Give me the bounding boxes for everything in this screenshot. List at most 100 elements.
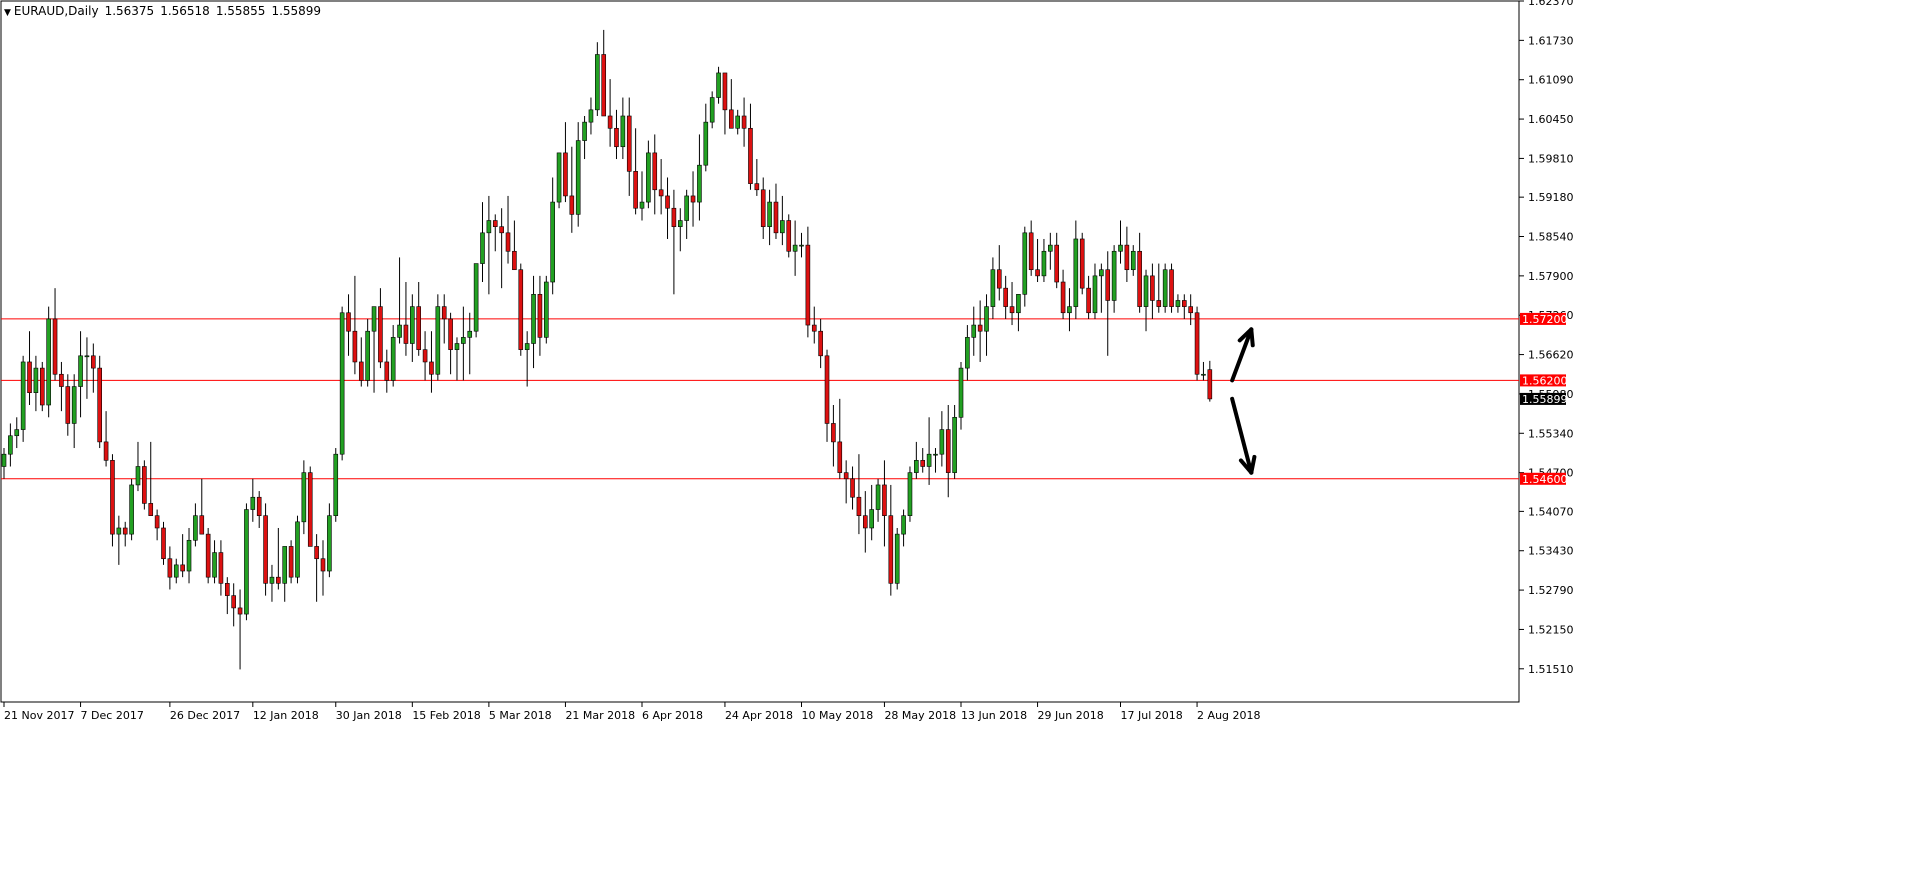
candle-body	[1124, 244, 1130, 271]
y-tick-label: 1.52790	[1528, 584, 1574, 597]
candle-body	[237, 607, 243, 615]
candle-body	[1073, 238, 1079, 307]
candle-body	[454, 343, 460, 350]
candle-body	[27, 361, 32, 393]
candle-body	[1054, 244, 1059, 283]
candle-body	[869, 509, 874, 529]
candle-body	[1188, 306, 1193, 314]
x-tick-label: 15 Feb 2018	[412, 709, 480, 722]
candle-body	[467, 330, 473, 338]
candle-body	[461, 337, 466, 344]
open-value: 1.56375	[104, 4, 155, 18]
candle-body	[416, 306, 422, 350]
candle-body	[958, 367, 964, 418]
x-tick-label: 10 May 2018	[802, 709, 874, 722]
x-tick-label: 7 Dec 2017	[81, 709, 144, 722]
candle-body	[378, 306, 383, 363]
candle-body	[441, 306, 447, 320]
candle-body	[8, 435, 13, 455]
candle-body	[320, 558, 326, 572]
candle-body	[84, 355, 90, 358]
candle-body	[231, 595, 236, 609]
candle-body	[1092, 275, 1098, 314]
candle-body	[65, 386, 71, 424]
candle-body	[824, 355, 830, 424]
x-tick-label: 17 Jul 2018	[1121, 709, 1183, 722]
candle-body	[110, 460, 115, 535]
candle-body	[269, 576, 275, 584]
candle-body	[390, 337, 396, 381]
candle-body	[646, 152, 651, 203]
candle-body	[1156, 300, 1162, 307]
candle-body	[901, 515, 906, 535]
candle-body	[276, 576, 281, 584]
candle-body	[1194, 312, 1200, 375]
price-chart[interactable]: 1.62370 1.61730 1.61090 1.60450 1.59810 1.591…	[0, 0, 1916, 884]
candle-body	[1079, 238, 1085, 289]
candle-body	[346, 312, 351, 332]
candle-body	[652, 152, 658, 191]
candle-body	[473, 263, 479, 332]
candle-body	[492, 220, 498, 227]
y-tick-label: 1.55340	[1528, 427, 1574, 440]
candle-body	[1150, 275, 1155, 301]
candle-body	[697, 164, 702, 203]
candle-body	[531, 294, 536, 344]
candle-body	[327, 515, 332, 572]
candle-body	[543, 281, 549, 338]
candle-body	[1137, 250, 1142, 307]
candle-body	[46, 318, 51, 406]
candle-body	[282, 546, 288, 584]
y-tick-label: 1.59810	[1528, 152, 1574, 165]
candle-body	[410, 306, 415, 344]
candle-body	[595, 54, 600, 111]
candle-body	[729, 109, 734, 129]
chart-header: ▼ EURAUD,Daily 1.56375 1.56518 1.55855 1.5589…	[4, 4, 327, 18]
candle-body	[831, 423, 836, 443]
candle-body	[977, 324, 983, 332]
candle-body	[811, 324, 817, 332]
candle-body	[1201, 373, 1206, 376]
candle-body	[639, 201, 645, 209]
candle-body	[786, 220, 792, 252]
candle-body	[588, 109, 594, 123]
y-tick-label: 1.56620	[1528, 349, 1574, 362]
candle-body	[1060, 281, 1066, 314]
x-tick-label: 21 Mar 2018	[565, 709, 635, 722]
candle-body	[499, 226, 504, 234]
x-tick-label: 26 Dec 2017	[170, 709, 240, 722]
candle-body	[1086, 287, 1091, 314]
chart-menu-icon[interactable]: ▼	[4, 8, 11, 18]
candle-body	[397, 324, 402, 338]
candle-body	[741, 115, 747, 129]
level-price-label: 1.54600	[1522, 473, 1568, 486]
candle-body	[142, 466, 147, 504]
candle-body	[818, 330, 823, 357]
candle-body	[180, 564, 185, 572]
candle-body	[486, 220, 492, 234]
candle-body	[614, 127, 619, 148]
candle-body	[805, 244, 811, 326]
candle-body	[135, 466, 141, 486]
x-tick-label: 6 Apr 2018	[642, 709, 703, 722]
candle-body	[716, 72, 721, 98]
candle-body	[1016, 294, 1021, 314]
candle-body	[52, 318, 58, 375]
candle-body	[1035, 269, 1040, 277]
candle-body	[116, 527, 122, 535]
candle-body	[1, 453, 7, 467]
candle-body	[1207, 369, 1213, 400]
candle-body	[212, 552, 217, 578]
candle-body	[971, 324, 977, 338]
y-tick-label: 1.61730	[1528, 34, 1574, 47]
y-tick-label: 1.61090	[1528, 74, 1574, 87]
candle-body	[920, 460, 926, 467]
candle-body	[690, 195, 696, 203]
candle-body	[1162, 269, 1168, 307]
x-tick-label: 29 Jun 2018	[1038, 709, 1104, 722]
candle-body	[607, 115, 613, 129]
candle-body	[939, 429, 945, 455]
candle-body	[173, 564, 179, 578]
candle-body	[856, 496, 862, 516]
x-tick-label: 24 Apr 2018	[725, 709, 793, 722]
